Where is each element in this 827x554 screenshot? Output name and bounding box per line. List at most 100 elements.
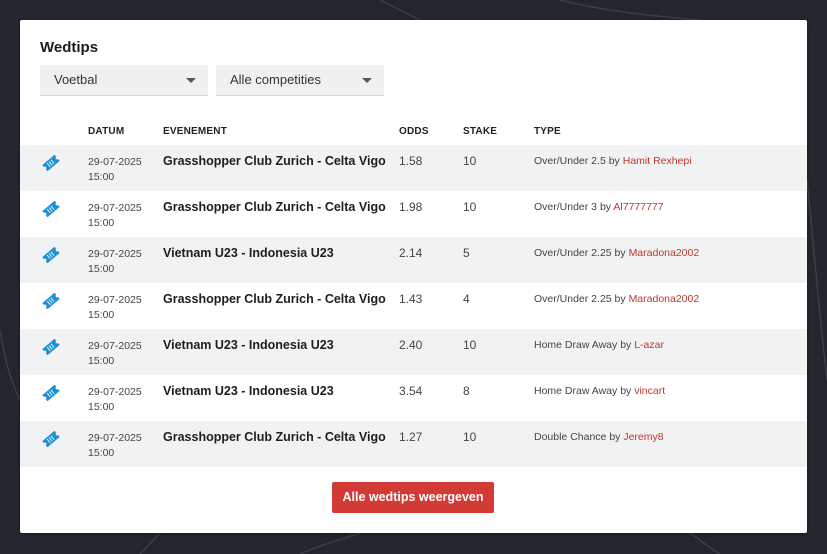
tip-date: 29-07-2025 <box>88 156 142 168</box>
tip-datetime: 29-07-2025 15:00 <box>88 431 142 461</box>
chevron-down-icon <box>186 78 196 83</box>
tip-datetime: 29-07-2025 15:00 <box>88 339 142 369</box>
header-date: DATUM <box>88 126 125 137</box>
tip-time: 15:00 <box>88 355 115 367</box>
bet-type: Over/Under 2.25 <box>534 293 612 305</box>
tip-date: 29-07-2025 <box>88 248 142 260</box>
by-label: by <box>599 201 612 213</box>
tip-type: Home Draw Away by L-azar <box>534 339 664 351</box>
tip-stake: 4 <box>463 292 470 306</box>
tip-type: Double Chance by Jeremy8 <box>534 431 664 443</box>
bet-type: Home Draw Away <box>534 385 618 397</box>
table-header: DATUM EVENEMENT ODDS STAKE TYPE <box>20 121 807 143</box>
header-type: TYPE <box>534 126 561 137</box>
tip-datetime: 29-07-2025 15:00 <box>88 385 142 415</box>
bet-type: Over/Under 2.5 <box>534 155 606 167</box>
competition-select[interactable]: Alle competities <box>216 65 384 96</box>
tipster-link[interactable]: Hamit Rexhepi <box>623 155 692 167</box>
tip-time: 15:00 <box>88 171 115 183</box>
by-label: by <box>620 339 632 351</box>
bet-type: Over/Under 2.25 <box>534 247 612 259</box>
tip-type: Over/Under 2.25 by Maradona2002 <box>534 247 699 259</box>
ticket-icon <box>42 384 60 402</box>
tip-stake: 10 <box>463 200 477 214</box>
sport-select-value: Voetbal <box>54 72 98 87</box>
tip-datetime: 29-07-2025 15:00 <box>88 201 142 231</box>
tipster-link[interactable]: Maradona2002 <box>629 247 700 259</box>
ticket-icon <box>42 292 60 310</box>
table-row[interactable]: 29-07-2025 15:00 Grasshopper Club Zurich … <box>20 145 807 191</box>
tip-odds: 3.54 <box>399 384 423 398</box>
tip-date: 29-07-2025 <box>88 294 142 306</box>
tipster-link[interactable]: vincart <box>634 385 665 397</box>
event-link[interactable]: Grasshopper Club Zurich - Celta Vigo <box>163 154 386 168</box>
tip-time: 15:00 <box>88 263 115 275</box>
event-link[interactable]: Grasshopper Club Zurich - Celta Vigo <box>163 200 386 214</box>
tipster-link[interactable]: Jeremy8 <box>623 431 663 443</box>
chevron-down-icon <box>362 78 372 83</box>
tip-datetime: 29-07-2025 15:00 <box>88 293 142 323</box>
by-label: by <box>620 385 632 397</box>
tip-stake: 8 <box>463 384 470 398</box>
table-row[interactable]: 29-07-2025 15:00 Grasshopper Club Zurich … <box>20 191 807 237</box>
tip-type: Over/Under 2.5 by Hamit Rexhepi <box>534 155 692 167</box>
tip-type: Over/Under 2.25 by Maradona2002 <box>534 293 699 305</box>
bet-type: Home Draw Away <box>534 339 618 351</box>
ticket-icon <box>42 246 60 264</box>
tips-table-body: 29-07-2025 15:00 Grasshopper Club Zurich … <box>20 145 807 467</box>
tip-odds: 2.14 <box>399 246 423 260</box>
tip-time: 15:00 <box>88 217 115 229</box>
tip-time: 15:00 <box>88 447 115 459</box>
tip-odds: 1.98 <box>399 200 423 214</box>
tip-odds: 1.27 <box>399 430 423 444</box>
tip-odds: 2.40 <box>399 338 423 352</box>
tip-date: 29-07-2025 <box>88 386 142 398</box>
widget-title: Wedtips <box>40 39 99 56</box>
sport-select[interactable]: Voetbal <box>40 65 208 96</box>
event-link[interactable]: Vietnam U23 - Indonesia U23 <box>163 384 334 398</box>
table-row[interactable]: 29-07-2025 15:00 Vietnam U23 - Indonesia … <box>20 237 807 283</box>
ticket-icon <box>42 154 60 172</box>
tip-odds: 1.58 <box>399 154 423 168</box>
by-label: by <box>609 431 621 443</box>
event-link[interactable]: Vietnam U23 - Indonesia U23 <box>163 246 334 260</box>
bet-type: Over/Under 3 <box>534 201 598 213</box>
header-odds: ODDS <box>399 126 429 137</box>
event-link[interactable]: Grasshopper Club Zurich - Celta Vigo <box>163 430 386 444</box>
tip-date: 29-07-2025 <box>88 340 142 352</box>
betting-tips-widget: Wedtips Voetbal Alle competities DATUM E… <box>20 20 807 533</box>
event-link[interactable]: Grasshopper Club Zurich - Celta Vigo <box>163 292 386 306</box>
tip-time: 15:00 <box>88 401 115 413</box>
tipster-link[interactable]: Maradona2002 <box>629 293 700 305</box>
tip-odds: 1.43 <box>399 292 423 306</box>
table-row[interactable]: 29-07-2025 15:00 Grasshopper Club Zurich … <box>20 421 807 467</box>
table-row[interactable]: 29-07-2025 15:00 Vietnam U23 - Indonesia … <box>20 375 807 421</box>
competition-select-value: Alle competities <box>230 72 322 87</box>
tip-type: Over/Under 3 by Al7777777 <box>534 201 664 213</box>
by-label: by <box>614 293 626 305</box>
tipster-link[interactable]: L-azar <box>634 339 664 351</box>
ticket-icon <box>42 430 60 448</box>
table-row[interactable]: 29-07-2025 15:00 Vietnam U23 - Indonesia … <box>20 329 807 375</box>
header-stake: STAKE <box>463 126 498 137</box>
tip-stake: 10 <box>463 338 477 352</box>
tip-stake: 10 <box>463 430 477 444</box>
tipster-link[interactable]: Al7777777 <box>613 201 663 213</box>
by-label: by <box>614 247 626 259</box>
event-link[interactable]: Vietnam U23 - Indonesia U23 <box>163 338 334 352</box>
header-event: EVENEMENT <box>163 126 228 137</box>
tip-stake: 10 <box>463 154 477 168</box>
tip-type: Home Draw Away by vincart <box>534 385 665 397</box>
bet-type: Double Chance <box>534 431 607 443</box>
ticket-icon <box>42 338 60 356</box>
tip-time: 15:00 <box>88 309 115 321</box>
table-row[interactable]: 29-07-2025 15:00 Grasshopper Club Zurich … <box>20 283 807 329</box>
ticket-icon <box>42 200 60 218</box>
tip-datetime: 29-07-2025 15:00 <box>88 155 142 185</box>
tip-stake: 5 <box>463 246 470 260</box>
tip-date: 29-07-2025 <box>88 202 142 214</box>
show-all-tips-button[interactable]: Alle wedtips weergeven <box>332 482 494 513</box>
tip-datetime: 29-07-2025 15:00 <box>88 247 142 277</box>
by-label: by <box>608 155 620 167</box>
tip-date: 29-07-2025 <box>88 432 142 444</box>
